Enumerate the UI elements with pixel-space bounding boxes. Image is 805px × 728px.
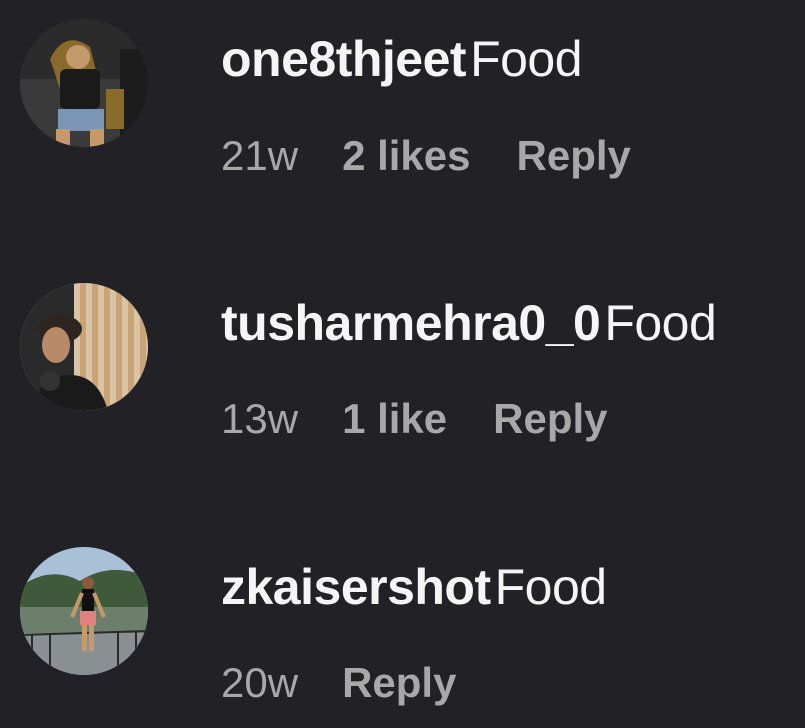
comment-meta: 13w 1 like Reply [221,394,608,444]
user-avatar-throne-photo-icon [20,19,148,147]
user-avatar[interactable] [20,547,148,675]
comment-likes-count[interactable]: 2 likes [342,131,470,181]
user-avatar[interactable] [20,283,148,411]
comment-meta: 21w 2 likes Reply [221,131,631,181]
comment-username[interactable]: zkaisershot [221,559,491,615]
comment-text: Food [494,559,607,615]
comment-text: Food [604,295,717,351]
comment-item: tusharmehra0_0Food 13w 1 like Reply [0,264,805,464]
reply-button[interactable]: Reply [493,394,607,444]
comment-timestamp: 13w [221,395,299,442]
reply-button[interactable]: Reply [517,131,631,181]
comment-username[interactable]: tusharmehra0_0 [221,295,601,351]
comment-text: Food [470,31,583,87]
comment-meta: 20w Reply [221,658,456,708]
comment-main-line: one8thjeetFood [221,29,583,89]
comment-item: zkaisershotFood 20w Reply [0,528,805,728]
user-avatar-portrait-photo-icon [20,283,148,411]
comment-username[interactable]: one8thjeet [221,31,467,87]
comment-main-line: zkaisershotFood [221,557,607,617]
comment-item: one8thjeetFood 21w 2 likes Reply [0,0,805,200]
user-avatar[interactable] [20,19,148,147]
reply-button[interactable]: Reply [342,658,456,708]
comment-timestamp: 21w [221,132,299,179]
comment-likes-count[interactable]: 1 like [342,394,447,444]
comment-timestamp: 20w [221,659,299,706]
user-avatar-lake-photo-icon [20,547,148,675]
comment-main-line: tusharmehra0_0Food [221,293,717,353]
